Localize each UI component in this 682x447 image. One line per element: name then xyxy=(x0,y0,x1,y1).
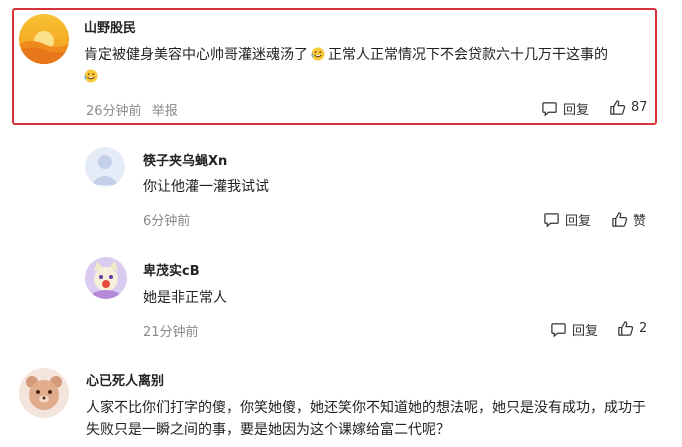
reply-label: 回复 xyxy=(563,103,590,118)
cat-avatar-icon xyxy=(85,257,127,299)
timestamp: 6分钟前 xyxy=(143,214,191,229)
laugh-cry-emoji-icon xyxy=(311,46,325,61)
avatar[interactable] xyxy=(85,147,125,187)
timestamp: 26分钟前 xyxy=(86,104,142,119)
user-name[interactable]: 筷子夹乌蝇Xn xyxy=(143,150,227,169)
user-name[interactable]: 卑茂实cB xyxy=(143,260,200,279)
like-button[interactable]: 2 xyxy=(617,320,647,337)
thumbs-up-icon xyxy=(618,321,634,336)
user-name[interactable]: 山野股民 xyxy=(84,17,136,36)
reply-button[interactable]: 回复 xyxy=(541,99,589,118)
default-user-avatar-icon xyxy=(85,147,125,187)
comment-bubble-icon xyxy=(544,213,559,228)
comment-meta: 26分钟前 举报 xyxy=(86,100,178,119)
like-count: 87 xyxy=(631,100,648,115)
comment-text: 人家不比你们打字的傻，你笑她傻，她还笑你不知道她的想法呢，她只是没有成功，成功于… xyxy=(86,400,646,438)
reply-button[interactable]: 回复 xyxy=(543,210,591,229)
reply-label: 回复 xyxy=(572,324,599,339)
comment-text-part2: 正常人正常情况下不会贷款六十几万干这事的 xyxy=(328,47,608,63)
like-button[interactable]: 赞 xyxy=(611,210,646,229)
avatar[interactable] xyxy=(19,368,69,418)
report-link[interactable]: 举报 xyxy=(152,104,178,119)
comment-bubble-icon xyxy=(542,102,557,117)
user-name[interactable]: 心已死人离别 xyxy=(86,370,164,389)
reply-button[interactable]: 回复 xyxy=(550,320,598,339)
comment-bubble-icon xyxy=(551,323,566,338)
comment-text: 你让他灌一灌我试试 xyxy=(143,179,269,195)
comment-text-part1: 肯定被健身美容中心帅哥灌迷魂汤了 xyxy=(84,47,308,63)
timestamp: 21分钟前 xyxy=(143,325,199,340)
reply-label: 回复 xyxy=(565,214,592,229)
like-button[interactable]: 87 xyxy=(609,99,648,116)
laugh-cry-emoji-icon xyxy=(84,68,98,83)
avatar[interactable] xyxy=(19,14,69,64)
sunset-avatar-icon xyxy=(19,14,69,64)
like-label: 赞 xyxy=(633,214,647,229)
thumbs-up-icon xyxy=(610,100,626,115)
thumbs-up-icon xyxy=(612,212,628,227)
comment-text: 肯定被健身美容中心帅哥灌迷魂汤了 正常人正常情况下不会贷款六十几万干这事的 xyxy=(84,44,654,88)
comment-text: 她是非正常人 xyxy=(143,290,227,306)
avatar[interactable] xyxy=(85,257,127,299)
like-count: 2 xyxy=(639,321,648,336)
bear-avatar-icon xyxy=(19,368,69,418)
